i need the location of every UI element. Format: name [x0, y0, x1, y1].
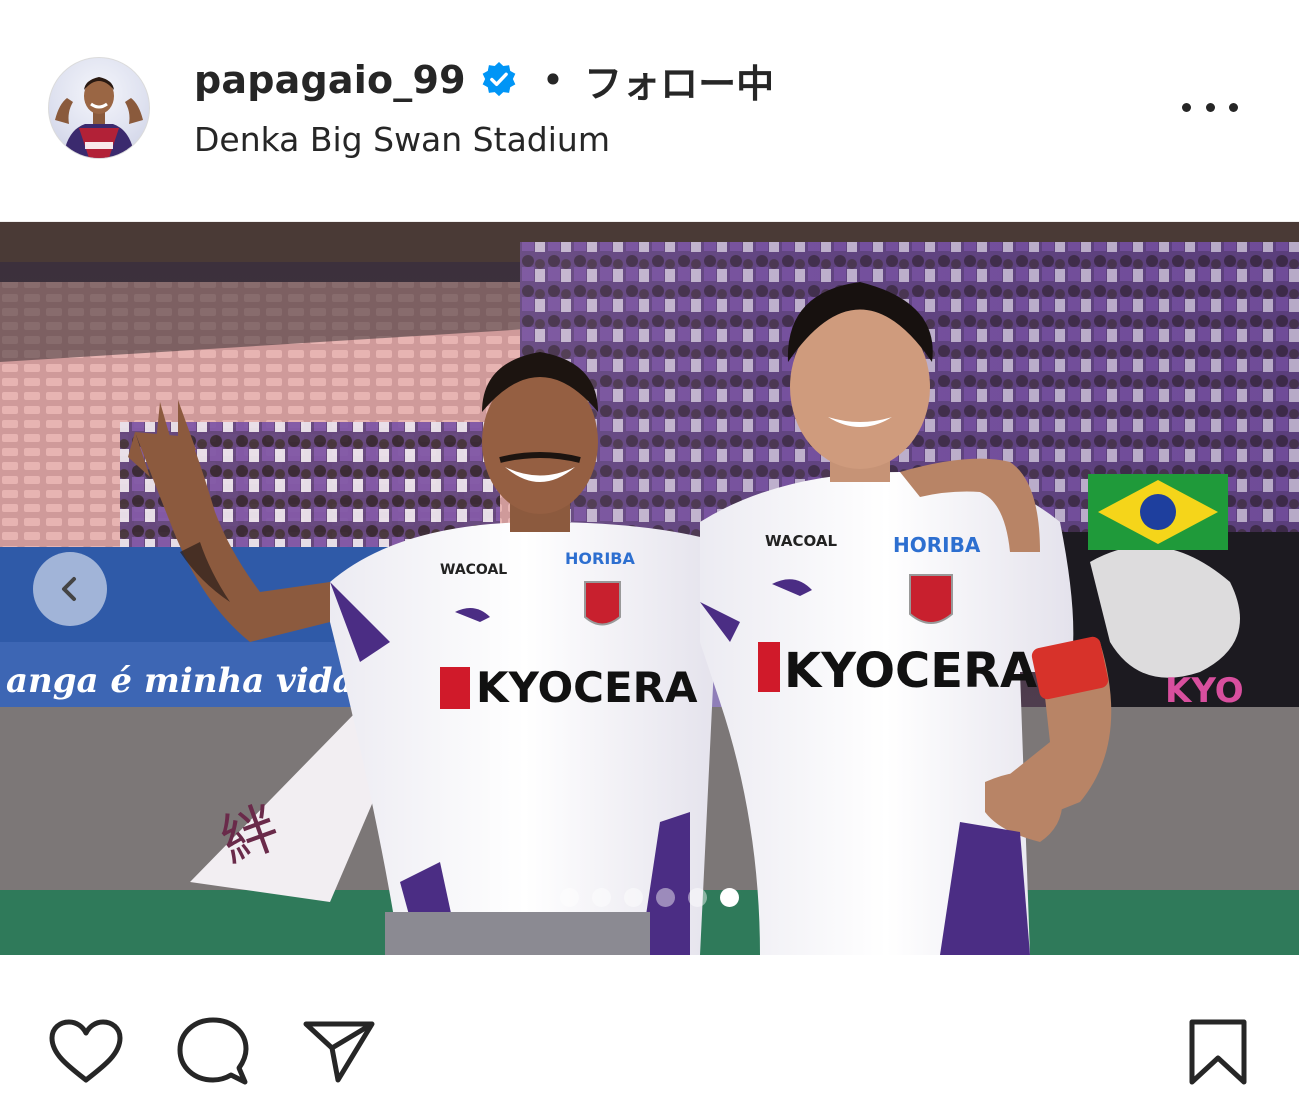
- username-row: papagaio_99 • フォロー中: [194, 52, 774, 108]
- carousel-dot: [560, 888, 579, 907]
- banner-text: anga é minha vida: [6, 661, 355, 701]
- jersey-text-left: KYOCERA: [476, 663, 698, 712]
- heart-icon[interactable]: [48, 1018, 124, 1088]
- sponsor-horiba-left: HORIBA: [565, 549, 635, 568]
- profile-avatar[interactable]: [48, 57, 150, 159]
- chevron-left-icon: [62, 577, 76, 601]
- post-actions-bar: [0, 1010, 1299, 1090]
- sponsor-horiba-right: HORIBA: [893, 533, 981, 557]
- username-link[interactable]: papagaio_99: [194, 58, 466, 102]
- carousel-dot: [688, 888, 707, 907]
- bookmark-icon[interactable]: [1186, 1018, 1250, 1092]
- verified-badge-icon: [480, 61, 518, 99]
- more-options-icon[interactable]: [1182, 90, 1238, 124]
- separator-dot: •: [541, 58, 565, 102]
- post-photo: anga é minha vida KYO 絆 WACOAL HORIBA KY…: [0, 222, 1299, 955]
- carousel-dot: [656, 888, 675, 907]
- comment-icon[interactable]: [176, 1016, 250, 1092]
- post-header: papagaio_99 • フォロー中 Denka Big Swan Stadi…: [0, 0, 1299, 218]
- location-link[interactable]: Denka Big Swan Stadium: [194, 120, 610, 159]
- sponsor-wacoal-left: WACOAL: [440, 562, 507, 578]
- post-media-carousel[interactable]: anga é minha vida KYO 絆 WACOAL HORIBA KY…: [0, 221, 1299, 955]
- jersey-text-right: KYOCERA: [784, 643, 1037, 699]
- carousel-prev-button[interactable]: [33, 552, 107, 626]
- following-button[interactable]: フォロー中: [584, 53, 774, 108]
- carousel-dot-active: [720, 888, 739, 907]
- carousel-indicator: [0, 888, 1299, 908]
- sponsor-wacoal-right: WACOAL: [765, 532, 837, 550]
- carousel-dot: [624, 888, 643, 907]
- carousel-dot: [592, 888, 611, 907]
- paper-plane-icon[interactable]: [302, 1018, 376, 1088]
- banner-kyo-text: KYO: [1165, 671, 1244, 711]
